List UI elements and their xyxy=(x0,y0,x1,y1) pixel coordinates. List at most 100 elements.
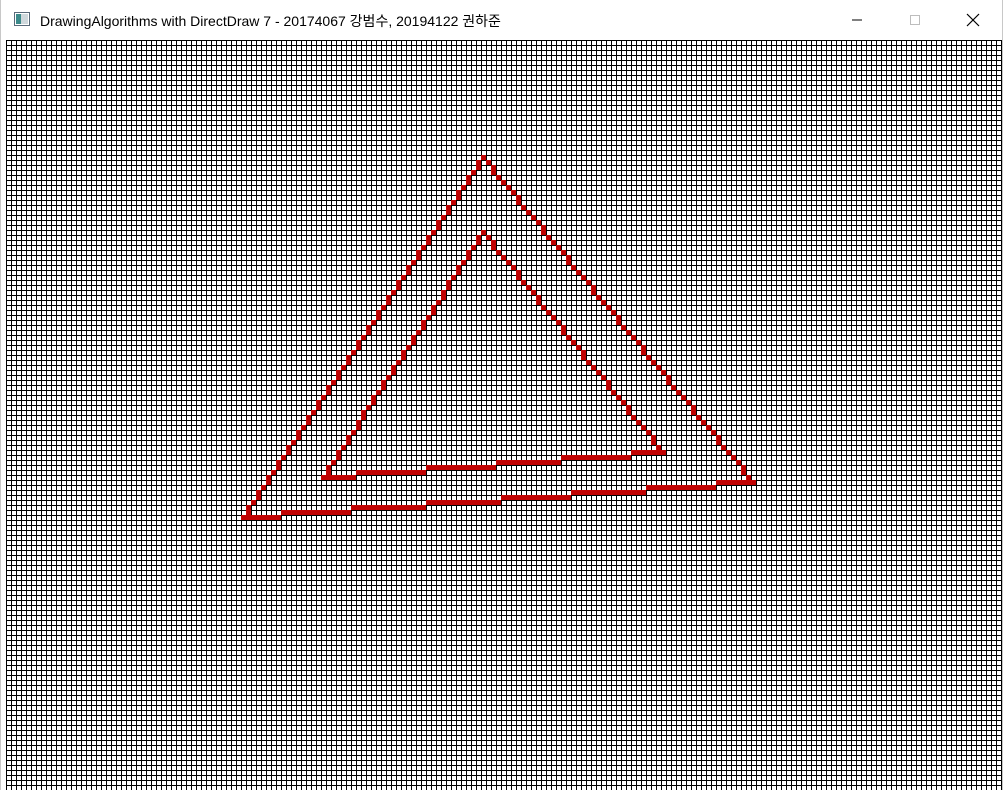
raster-pixel xyxy=(596,455,601,460)
maximize-button[interactable] xyxy=(886,0,944,40)
raster-pixel xyxy=(331,460,336,465)
raster-pixel xyxy=(541,460,546,465)
raster-pixel xyxy=(581,275,586,280)
raster-pixel xyxy=(741,470,746,475)
raster-pixel xyxy=(686,400,691,405)
raster-pixel xyxy=(446,465,451,470)
raster-pixel xyxy=(516,195,521,200)
raster-pixel xyxy=(511,265,516,270)
raster-pixel xyxy=(401,505,406,510)
raster-pixel xyxy=(551,460,556,465)
raster-pixel xyxy=(381,385,386,390)
raster-pixel xyxy=(446,205,451,210)
raster-pixel xyxy=(566,260,571,265)
raster-pixel xyxy=(701,420,706,425)
raster-pixel xyxy=(271,470,276,475)
raster-pixel xyxy=(476,235,481,240)
raster-pixel xyxy=(511,495,516,500)
raster-pixel xyxy=(556,495,561,500)
raster-pixel xyxy=(526,460,531,465)
raster-pixel xyxy=(661,450,666,455)
raster-pixel xyxy=(666,375,671,380)
close-button[interactable] xyxy=(944,0,1002,40)
raster-pixel xyxy=(386,470,391,475)
raster-pixel xyxy=(476,165,481,170)
raster-pixel xyxy=(346,355,351,360)
raster-pixel xyxy=(516,200,521,205)
raster-pixel xyxy=(696,485,701,490)
raster-pixel xyxy=(461,185,466,190)
raster-pixel xyxy=(391,290,396,295)
raster-pixel xyxy=(601,455,606,460)
raster-pixel xyxy=(246,505,251,510)
raster-pixel xyxy=(326,475,331,480)
raster-pixel xyxy=(461,500,466,505)
drawing-canvas[interactable] xyxy=(6,40,1002,790)
raster-pixel xyxy=(476,240,481,245)
raster-pixel xyxy=(561,325,566,330)
raster-pixel xyxy=(566,335,571,340)
raster-pixel xyxy=(726,480,731,485)
raster-pixel xyxy=(716,480,721,485)
raster-pixel xyxy=(536,460,541,465)
raster-pixel xyxy=(591,490,596,495)
raster-pixel xyxy=(351,505,356,510)
raster-pixel xyxy=(611,490,616,495)
raster-pixel xyxy=(456,465,461,470)
raster-pixel xyxy=(381,305,386,310)
raster-pixel xyxy=(276,515,281,520)
raster-pixel xyxy=(631,415,636,420)
raster-pixel xyxy=(411,340,416,345)
raster-pixel xyxy=(361,470,366,475)
raster-pixel xyxy=(296,430,301,435)
raster-pixel xyxy=(476,500,481,505)
raster-pixel xyxy=(346,475,351,480)
raster-pixel xyxy=(536,220,541,225)
raster-pixel xyxy=(366,330,371,335)
raster-pixel xyxy=(531,460,536,465)
raster-pixel xyxy=(301,510,306,515)
raster-pixel xyxy=(471,170,476,175)
raster-pixel xyxy=(691,410,696,415)
raster-pixel xyxy=(396,280,401,285)
raster-pixel xyxy=(371,395,376,400)
raster-pixel xyxy=(626,490,631,495)
raster-pixel xyxy=(436,500,441,505)
raster-pixel xyxy=(371,470,376,475)
raster-pixel xyxy=(711,485,716,490)
raster-pixel xyxy=(441,465,446,470)
raster-pixel xyxy=(496,250,501,255)
raster-pixel xyxy=(516,275,521,280)
raster-pixel xyxy=(606,380,611,385)
raster-pixel xyxy=(311,510,316,515)
raster-pixel xyxy=(636,340,641,345)
minimize-button[interactable] xyxy=(828,0,886,40)
raster-pixel xyxy=(356,420,361,425)
raster-pixel xyxy=(286,450,291,455)
raster-pixel xyxy=(466,500,471,505)
raster-pixel xyxy=(386,300,391,305)
raster-pixel xyxy=(356,425,361,430)
raster-pixel xyxy=(616,395,621,400)
raster-pixel xyxy=(621,490,626,495)
raster-pixel xyxy=(631,490,636,495)
raster-pixel xyxy=(286,510,291,515)
rasterized-triangles xyxy=(241,155,756,520)
raster-pixel xyxy=(741,480,746,485)
raster-pixel xyxy=(326,510,331,515)
raster-pixel xyxy=(411,335,416,340)
raster-pixel xyxy=(631,450,636,455)
title-bar[interactable]: DrawingAlgorithms with DirectDraw 7 - 20… xyxy=(1,0,1002,40)
raster-pixel xyxy=(561,495,566,500)
raster-pixel xyxy=(531,290,536,295)
raster-pixel xyxy=(586,280,591,285)
raster-pixel xyxy=(676,485,681,490)
raster-pixel xyxy=(346,360,351,365)
raster-pixel xyxy=(591,365,596,370)
raster-pixel xyxy=(456,265,461,270)
raster-pixel xyxy=(436,300,441,305)
raster-pixel xyxy=(296,510,301,515)
raster-pixel xyxy=(361,335,366,340)
raster-pixel xyxy=(636,490,641,495)
raster-pixel xyxy=(311,410,316,415)
